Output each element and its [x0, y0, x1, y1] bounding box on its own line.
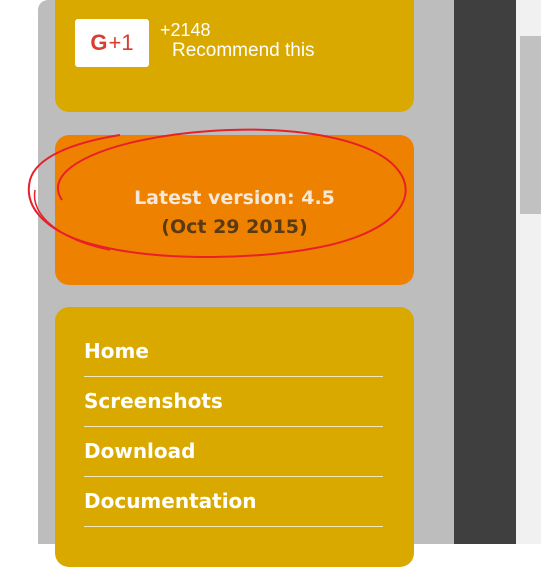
gplus-recommend-text[interactable]: Recommend this: [172, 40, 315, 62]
nav-item-screenshots[interactable]: Screenshots: [84, 380, 383, 427]
latest-version-box: Latest version: 4.5 (Oct 29 2015): [55, 135, 414, 285]
gplus-icon: G+1: [90, 30, 134, 55]
nav-item-home[interactable]: Home: [84, 330, 383, 377]
navigation-menu: Home Screenshots Download Documentation: [55, 307, 414, 567]
nav-item-label: Screenshots: [84, 389, 223, 413]
nav-item-documentation[interactable]: Documentation: [84, 480, 383, 527]
nav-item-download[interactable]: Download: [84, 430, 383, 477]
scrollbar-thumb[interactable]: [520, 36, 541, 214]
gplus-count: +2148: [160, 20, 211, 40]
nav-item-label: Home: [84, 339, 149, 363]
page-left-margin: [0, 0, 38, 544]
nav-item-label: Download: [84, 439, 196, 463]
latest-version-label: Latest version: 4.5: [134, 187, 335, 209]
latest-version-date: (Oct 29 2015): [161, 216, 308, 238]
dark-side-panel: [454, 0, 516, 544]
google-plus-one-button[interactable]: G+1: [75, 19, 149, 67]
social-share-box: G+1 +2148 Recommend this: [55, 0, 414, 112]
nav-item-label: Documentation: [84, 489, 257, 513]
